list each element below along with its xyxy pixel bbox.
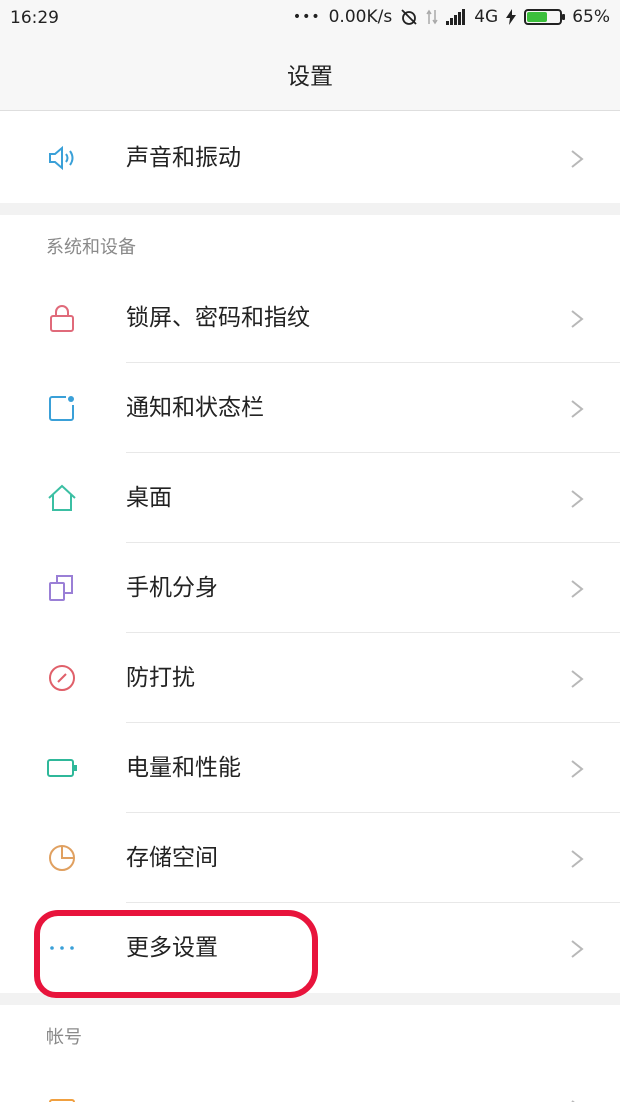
chevron-right-icon — [571, 150, 584, 168]
battery-icon — [47, 759, 77, 777]
settings-item-battery[interactable]: 电量和性能 — [0, 723, 620, 813]
more-notifications-icon: ••• — [292, 9, 321, 25]
speaker-icon — [49, 145, 74, 171]
settings-item-lockscreen[interactable]: 锁屏、密码和指纹 — [0, 273, 620, 363]
chevron-right-icon — [571, 400, 584, 418]
settings-item-label: 通知和状态栏 — [126, 395, 264, 421]
alarm-off-icon — [400, 8, 418, 26]
net-speed: 0.00K/s — [328, 7, 393, 27]
account-settings-group — [0, 1063, 620, 1102]
home-icon — [48, 484, 76, 511]
chevron-right-icon — [571, 670, 584, 688]
more-dots-icon — [50, 946, 74, 950]
battery-percent: 65% — [572, 7, 610, 27]
chevron-right-icon — [571, 580, 584, 598]
settings-item-desktop[interactable]: 桌面 — [0, 453, 620, 543]
section-header-system: 系统和设备 — [0, 215, 620, 274]
settings-item-label: 声音和振动 — [126, 145, 241, 171]
settings-item-second-space[interactable]: 手机分身 — [0, 543, 620, 633]
chevron-right-icon — [571, 490, 584, 508]
chevron-right-icon — [571, 760, 584, 778]
settings-item-label: 防打扰 — [126, 665, 195, 691]
system-settings-group: 锁屏、密码和指纹 通知和状态栏 桌面 手机分身 防打扰 电量和性能 存储空间 更… — [0, 273, 620, 993]
section-title: 帐号 — [46, 1027, 82, 1048]
settings-item-sound[interactable]: 声音和振动 — [0, 113, 620, 203]
section-gap — [0, 203, 620, 215]
account-icon — [49, 1099, 75, 1102]
section-gap — [0, 993, 620, 1005]
settings-item-storage[interactable]: 存储空间 — [0, 813, 620, 903]
lock-icon — [50, 305, 74, 332]
chevron-right-icon — [571, 310, 584, 328]
do-not-disturb-icon — [49, 665, 75, 691]
settings-item-label: 锁屏、密码和指纹 — [126, 305, 310, 331]
page-header: 设置 — [0, 38, 620, 111]
charging-icon — [506, 9, 517, 25]
storage-pie-icon — [49, 845, 75, 871]
network-type: 4G — [474, 7, 499, 27]
section-title: 系统和设备 — [46, 237, 136, 258]
chevron-right-icon — [571, 940, 584, 958]
settings-item-label: 手机分身 — [126, 575, 218, 601]
battery-fill — [527, 12, 548, 22]
settings-item-label: 桌面 — [126, 485, 172, 511]
signal-icon — [446, 9, 466, 25]
data-transfer-icon — [426, 8, 438, 26]
chevron-right-icon — [571, 850, 584, 868]
notification-icon — [49, 396, 74, 421]
settings-item-do-not-disturb[interactable]: 防打扰 — [0, 633, 620, 723]
settings-item-notifications[interactable]: 通知和状态栏 — [0, 363, 620, 453]
dual-copy-icon — [49, 575, 73, 601]
settings-item-label: 存储空间 — [126, 845, 218, 871]
settings-item-more-settings[interactable]: 更多设置 — [0, 903, 620, 993]
status-time: 16:29 — [10, 8, 59, 28]
section-header-account: 帐号 — [0, 1005, 620, 1064]
page-title: 设置 — [287, 64, 333, 90]
top-settings-group: 声音和振动 — [0, 111, 620, 203]
settings-item-label: 更多设置 — [126, 935, 218, 961]
battery-indicator — [524, 9, 566, 25]
settings-item-label: 电量和性能 — [126, 755, 241, 781]
settings-item-account-partial[interactable] — [0, 1063, 620, 1102]
status-bar: 16:29 ••• 0.00K/s 4G 65% — [0, 0, 620, 38]
